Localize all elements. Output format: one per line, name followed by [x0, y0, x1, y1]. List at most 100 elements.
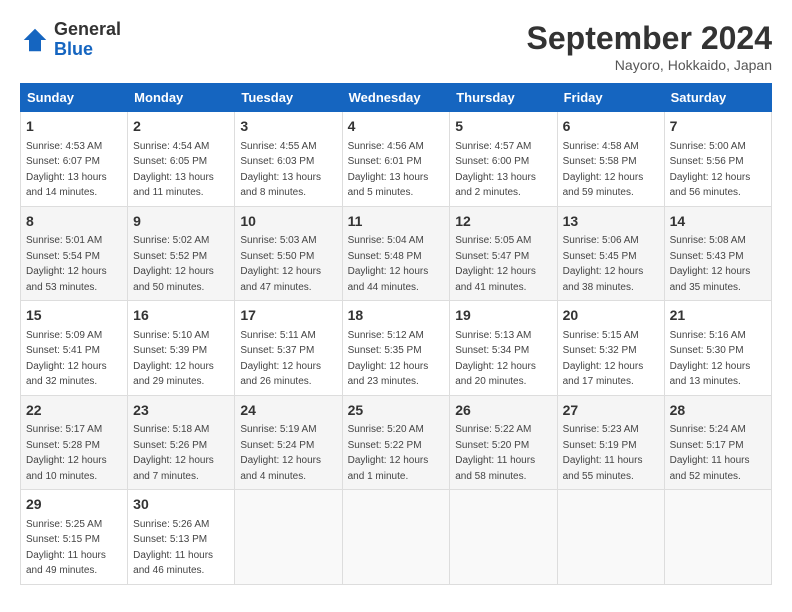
day-info: Sunrise: 5:10 AMSunset: 5:39 PMDaylight:… [133, 330, 214, 388]
calendar-day-cell: 23 Sunrise: 5:18 AMSunset: 5:26 PMDaylig… [128, 395, 235, 490]
day-info: Sunrise: 4:55 AMSunset: 6:03 PMDaylight:… [240, 141, 321, 199]
day-info: Sunrise: 5:02 AMSunset: 5:52 PMDaylight:… [133, 235, 214, 293]
day-info: Sunrise: 4:54 AMSunset: 6:05 PMDaylight:… [133, 141, 214, 199]
calendar-day-cell: 7 Sunrise: 5:00 AMSunset: 5:56 PMDayligh… [664, 112, 771, 207]
day-number: 4 [348, 117, 445, 137]
calendar-week-row: 1 Sunrise: 4:53 AMSunset: 6:07 PMDayligh… [21, 112, 772, 207]
day-info: Sunrise: 5:11 AMSunset: 5:37 PMDaylight:… [240, 330, 321, 388]
calendar-day-cell: 1 Sunrise: 4:53 AMSunset: 6:07 PMDayligh… [21, 112, 128, 207]
calendar-day-cell: 3 Sunrise: 4:55 AMSunset: 6:03 PMDayligh… [235, 112, 342, 207]
day-number: 1 [26, 117, 122, 137]
day-number: 23 [133, 401, 229, 421]
calendar-day-cell [342, 490, 450, 585]
calendar-week-row: 22 Sunrise: 5:17 AMSunset: 5:28 PMDaylig… [21, 395, 772, 490]
day-info: Sunrise: 4:57 AMSunset: 6:00 PMDaylight:… [455, 141, 536, 199]
calendar-day-cell: 30 Sunrise: 5:26 AMSunset: 5:13 PMDaylig… [128, 490, 235, 585]
logo-text: General Blue [54, 20, 121, 60]
day-info: Sunrise: 5:24 AMSunset: 5:17 PMDaylight:… [670, 424, 750, 482]
calendar-day-cell: 13 Sunrise: 5:06 AMSunset: 5:45 PMDaylig… [557, 206, 664, 301]
day-number: 2 [133, 117, 229, 137]
day-info: Sunrise: 5:22 AMSunset: 5:20 PMDaylight:… [455, 424, 535, 482]
weekday-header-row: SundayMondayTuesdayWednesdayThursdayFrid… [21, 84, 772, 112]
day-info: Sunrise: 5:15 AMSunset: 5:32 PMDaylight:… [563, 330, 644, 388]
calendar-body: 1 Sunrise: 4:53 AMSunset: 6:07 PMDayligh… [21, 112, 772, 585]
calendar-day-cell: 25 Sunrise: 5:20 AMSunset: 5:22 PMDaylig… [342, 395, 450, 490]
page-header: General Blue September 2024 Nayoro, Hokk… [20, 20, 772, 73]
day-info: Sunrise: 5:08 AMSunset: 5:43 PMDaylight:… [670, 235, 751, 293]
weekday-header-cell: Thursday [450, 84, 557, 112]
day-number: 17 [240, 306, 336, 326]
day-info: Sunrise: 5:13 AMSunset: 5:34 PMDaylight:… [455, 330, 536, 388]
day-info: Sunrise: 4:58 AMSunset: 5:58 PMDaylight:… [563, 141, 644, 199]
calendar-day-cell: 14 Sunrise: 5:08 AMSunset: 5:43 PMDaylig… [664, 206, 771, 301]
calendar-day-cell: 28 Sunrise: 5:24 AMSunset: 5:17 PMDaylig… [664, 395, 771, 490]
day-info: Sunrise: 5:04 AMSunset: 5:48 PMDaylight:… [348, 235, 429, 293]
calendar-day-cell: 21 Sunrise: 5:16 AMSunset: 5:30 PMDaylig… [664, 301, 771, 396]
day-number: 13 [563, 212, 659, 232]
calendar-day-cell [557, 490, 664, 585]
day-number: 5 [455, 117, 551, 137]
calendar-week-row: 15 Sunrise: 5:09 AMSunset: 5:41 PMDaylig… [21, 301, 772, 396]
day-number: 30 [133, 495, 229, 515]
calendar-day-cell [235, 490, 342, 585]
day-number: 27 [563, 401, 659, 421]
calendar-week-row: 8 Sunrise: 5:01 AMSunset: 5:54 PMDayligh… [21, 206, 772, 301]
weekday-header-cell: Wednesday [342, 84, 450, 112]
logo-icon [20, 25, 50, 55]
calendar-day-cell: 15 Sunrise: 5:09 AMSunset: 5:41 PMDaylig… [21, 301, 128, 396]
calendar-day-cell: 6 Sunrise: 4:58 AMSunset: 5:58 PMDayligh… [557, 112, 664, 207]
logo: General Blue [20, 20, 121, 60]
calendar-day-cell: 5 Sunrise: 4:57 AMSunset: 6:00 PMDayligh… [450, 112, 557, 207]
calendar-day-cell: 8 Sunrise: 5:01 AMSunset: 5:54 PMDayligh… [21, 206, 128, 301]
day-number: 25 [348, 401, 445, 421]
day-info: Sunrise: 5:03 AMSunset: 5:50 PMDaylight:… [240, 235, 321, 293]
day-number: 21 [670, 306, 766, 326]
weekday-header-cell: Friday [557, 84, 664, 112]
day-number: 18 [348, 306, 445, 326]
day-number: 15 [26, 306, 122, 326]
day-info: Sunrise: 5:16 AMSunset: 5:30 PMDaylight:… [670, 330, 751, 388]
month-title: September 2024 [527, 20, 772, 57]
day-number: 11 [348, 212, 445, 232]
location-subtitle: Nayoro, Hokkaido, Japan [527, 57, 772, 73]
day-number: 29 [26, 495, 122, 515]
day-number: 9 [133, 212, 229, 232]
day-number: 8 [26, 212, 122, 232]
day-info: Sunrise: 4:56 AMSunset: 6:01 PMDaylight:… [348, 141, 429, 199]
day-number: 3 [240, 117, 336, 137]
calendar-day-cell: 27 Sunrise: 5:23 AMSunset: 5:19 PMDaylig… [557, 395, 664, 490]
calendar-day-cell: 4 Sunrise: 4:56 AMSunset: 6:01 PMDayligh… [342, 112, 450, 207]
day-info: Sunrise: 5:25 AMSunset: 5:15 PMDaylight:… [26, 519, 106, 577]
weekday-header-cell: Saturday [664, 84, 771, 112]
day-number: 22 [26, 401, 122, 421]
calendar-day-cell: 18 Sunrise: 5:12 AMSunset: 5:35 PMDaylig… [342, 301, 450, 396]
day-info: Sunrise: 5:01 AMSunset: 5:54 PMDaylight:… [26, 235, 107, 293]
day-info: Sunrise: 5:19 AMSunset: 5:24 PMDaylight:… [240, 424, 321, 482]
day-info: Sunrise: 5:12 AMSunset: 5:35 PMDaylight:… [348, 330, 429, 388]
day-number: 28 [670, 401, 766, 421]
day-info: Sunrise: 5:23 AMSunset: 5:19 PMDaylight:… [563, 424, 643, 482]
calendar-day-cell: 29 Sunrise: 5:25 AMSunset: 5:15 PMDaylig… [21, 490, 128, 585]
calendar-day-cell: 24 Sunrise: 5:19 AMSunset: 5:24 PMDaylig… [235, 395, 342, 490]
day-info: Sunrise: 5:05 AMSunset: 5:47 PMDaylight:… [455, 235, 536, 293]
day-number: 24 [240, 401, 336, 421]
day-number: 10 [240, 212, 336, 232]
day-info: Sunrise: 5:18 AMSunset: 5:26 PMDaylight:… [133, 424, 214, 482]
calendar-day-cell: 11 Sunrise: 5:04 AMSunset: 5:48 PMDaylig… [342, 206, 450, 301]
calendar-day-cell: 12 Sunrise: 5:05 AMSunset: 5:47 PMDaylig… [450, 206, 557, 301]
day-number: 7 [670, 117, 766, 137]
day-info: Sunrise: 5:17 AMSunset: 5:28 PMDaylight:… [26, 424, 107, 482]
calendar-day-cell: 9 Sunrise: 5:02 AMSunset: 5:52 PMDayligh… [128, 206, 235, 301]
day-info: Sunrise: 5:00 AMSunset: 5:56 PMDaylight:… [670, 141, 751, 199]
day-number: 6 [563, 117, 659, 137]
day-info: Sunrise: 5:26 AMSunset: 5:13 PMDaylight:… [133, 519, 213, 577]
day-number: 20 [563, 306, 659, 326]
day-number: 12 [455, 212, 551, 232]
day-number: 14 [670, 212, 766, 232]
weekday-header-cell: Monday [128, 84, 235, 112]
day-info: Sunrise: 5:06 AMSunset: 5:45 PMDaylight:… [563, 235, 644, 293]
calendar-day-cell [450, 490, 557, 585]
calendar-day-cell: 16 Sunrise: 5:10 AMSunset: 5:39 PMDaylig… [128, 301, 235, 396]
title-block: September 2024 Nayoro, Hokkaido, Japan [527, 20, 772, 73]
day-info: Sunrise: 5:09 AMSunset: 5:41 PMDaylight:… [26, 330, 107, 388]
